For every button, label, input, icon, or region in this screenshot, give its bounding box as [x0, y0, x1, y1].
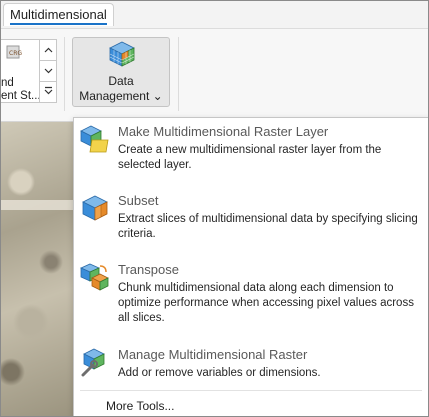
menu-item-title: Manage Multidimensional Raster [118, 347, 308, 362]
layer-cube-icon [80, 125, 109, 153]
menu-item-transpose[interactable]: Transpose Chunk multidimensional data al… [74, 262, 428, 334]
ribbon-separator [64, 37, 65, 111]
menu-item-title: Make Multidimensional Raster Layer [118, 124, 329, 139]
gallery-scroll-up-button[interactable] [40, 40, 56, 61]
data-management-label-line1: Data [108, 74, 134, 88]
chevron-down-icon [44, 68, 52, 74]
gallery-thumb-icon: CRG [6, 45, 22, 59]
ribbon: CRG nd ent St... Data Management ⌄ [1, 29, 428, 122]
cube-icon [109, 41, 135, 67]
manage-cube-icon [81, 348, 105, 377]
subset-cube-icon [82, 195, 108, 221]
menu-item-description: Extract slices of multidimensional data … [118, 213, 418, 240]
data-management-menu: Make Multidimensional Raster Layer Creat… [73, 117, 428, 416]
gallery-expand-button[interactable] [40, 82, 56, 102]
raster-imagery [1, 122, 73, 416]
active-tab-indicator [10, 23, 107, 25]
ribbon-separator [178, 37, 179, 111]
menu-item-description: Chunk multidimensional data along each d… [118, 282, 414, 324]
gallery-scroll [39, 39, 57, 103]
gallery-label-line1: nd [1, 77, 14, 89]
more-tools-item[interactable]: More Tools... [106, 399, 174, 413]
menu-item-description: Create a new multidimensional raster lay… [118, 144, 382, 171]
menu-item-title: Transpose [118, 262, 179, 277]
gallery-label: nd ent St... [1, 77, 41, 103]
chevron-down-icon: ⌄ [152, 89, 163, 103]
tab-label: Multidimensional [10, 7, 107, 22]
svg-text:CRG: CRG [9, 50, 22, 57]
ribbon-tab-strip: Multidimensional [1, 1, 428, 29]
menu-item-subset[interactable]: Subset Extract slices of multidimensiona… [74, 193, 428, 249]
app-window: Multidimensional CRG nd ent St... Data M… [0, 0, 429, 417]
menu-item-manage-multidimensional-raster[interactable]: Manage Multidimensional Raster Add or re… [74, 347, 428, 387]
chevron-up-icon [44, 47, 52, 53]
tab-multidimensional[interactable]: Multidimensional [3, 3, 114, 26]
data-management-button[interactable]: Data Management ⌄ [72, 37, 170, 107]
gallery-label-line2: ent St... [1, 90, 41, 102]
menu-item-description: Add or remove variables or dimensions. [118, 367, 321, 379]
menu-item-make-multidimensional-raster-layer[interactable]: Make Multidimensional Raster Layer Creat… [74, 124, 428, 180]
data-management-label-line2: Management [79, 89, 150, 103]
gallery-scroll-down-button[interactable] [40, 61, 56, 82]
menu-divider [80, 390, 422, 391]
data-management-label: Data Management ⌄ [73, 74, 169, 104]
menu-item-title: Subset [118, 193, 159, 208]
transpose-cube-icon [80, 263, 109, 291]
expand-icon [44, 86, 52, 95]
